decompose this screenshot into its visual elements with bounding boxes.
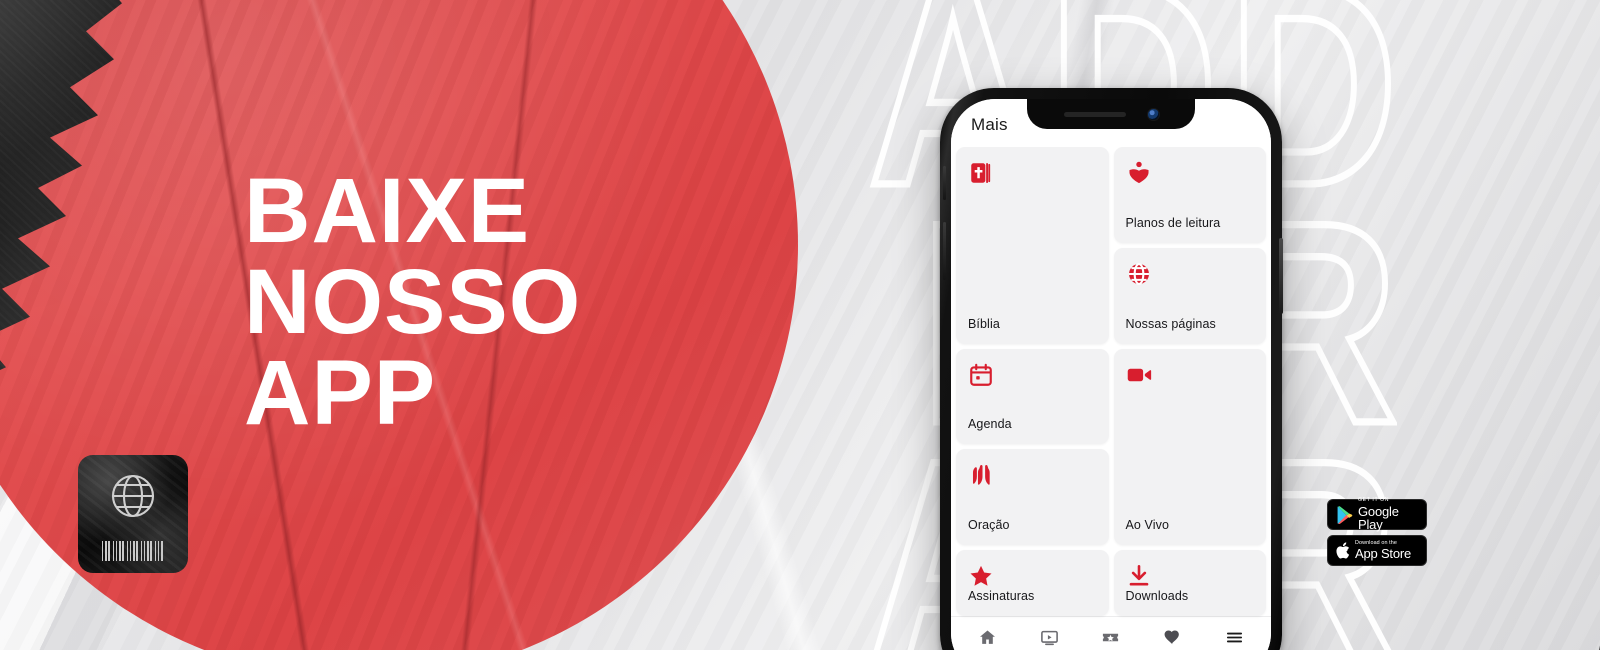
page-title: BAIXE NOSSO APP xyxy=(244,160,804,445)
google-play-icon xyxy=(1336,505,1353,524)
phone-notch xyxy=(1027,99,1195,129)
app-card-grid: Bíblia Planos de leitura Nossas páginas Age… xyxy=(951,147,1271,616)
tab-mais[interactable]: Mais xyxy=(1203,628,1265,650)
phone-screen: Mais Bíblia Planos de leitura Nossas págin… xyxy=(951,99,1271,650)
star-icon xyxy=(968,563,1097,589)
badge-store-name: App Store xyxy=(1355,546,1412,562)
brand-logo-badge xyxy=(78,455,188,573)
app-card-label: Nossas páginas xyxy=(1125,316,1216,331)
app-card-bible-book[interactable]: Bíblia xyxy=(956,147,1109,344)
front-camera-icon xyxy=(1147,108,1159,120)
tab-ofertas[interactable]: Ofertas xyxy=(1142,628,1204,650)
app-card-praying-hands[interactable]: Oração xyxy=(956,449,1109,545)
calendar-icon xyxy=(968,362,1097,388)
home-icon xyxy=(978,628,997,647)
app-card-download[interactable]: Downloads xyxy=(1113,550,1266,616)
badge-store-name: Google Play xyxy=(1358,503,1399,532)
apple-logo-icon xyxy=(1336,542,1350,559)
headline-line: BAIXE xyxy=(244,160,531,262)
hamburger-menu-icon xyxy=(1225,628,1244,647)
app-card-label: Agenda xyxy=(968,417,1012,432)
video-camera-icon xyxy=(1126,362,1255,388)
app-card-label: Planos de leitura xyxy=(1125,215,1221,230)
praying-hands-icon xyxy=(968,462,1097,488)
badge-small-text: Download on the xyxy=(1355,539,1397,546)
promo-banner: ADDIRRAARR BAIXENOSSOAPP xyxy=(0,0,1600,650)
app-card-open-book-reader[interactable]: Planos de leitura xyxy=(1113,147,1266,243)
video-player-icon xyxy=(1040,628,1059,647)
phone-side-button xyxy=(1279,238,1283,314)
tab-palavras[interactable]: Palavras xyxy=(1019,628,1081,650)
badge-small-text: GET IT ON xyxy=(1358,497,1390,504)
app-card-label: Downloads xyxy=(1125,589,1189,603)
app-card-calendar[interactable]: Agenda xyxy=(956,348,1109,445)
barcode-strip xyxy=(102,540,164,561)
download-icon xyxy=(1126,563,1255,589)
bottom-tab-bar: HomePalavrasEventosOfertasMais xyxy=(951,616,1271,650)
heart-icon xyxy=(1163,628,1182,647)
tab-eventos[interactable]: Eventos xyxy=(1080,628,1142,650)
app-card-label: Oração xyxy=(968,518,1010,532)
phone-mockup: Mais Bíblia Planos de leitura Nossas págin… xyxy=(940,88,1283,650)
globe-icon xyxy=(1126,261,1255,287)
tab-home[interactable]: Home xyxy=(957,628,1019,650)
app-card-video-camera[interactable]: Ao Vivo xyxy=(1113,348,1266,545)
open-book-reader-icon xyxy=(1126,160,1255,186)
headline-line: NOSSO xyxy=(244,251,582,354)
earpiece-speaker xyxy=(1063,111,1126,117)
ticket-star-icon xyxy=(1101,628,1120,647)
globe-grid-icon xyxy=(107,470,159,527)
app-store-badge[interactable]: Download on the App Store xyxy=(1327,535,1427,566)
app-card-label: Assinaturas xyxy=(968,589,1035,603)
app-card-label: Bíblia xyxy=(968,316,1000,331)
bible-book-icon xyxy=(968,160,1097,186)
app-card-globe[interactable]: Nossas páginas xyxy=(1113,247,1266,344)
app-card-label: Ao Vivo xyxy=(1125,518,1170,532)
app-card-star[interactable]: Assinaturas xyxy=(956,550,1109,616)
google-play-badge[interactable]: GET IT ON Google Play xyxy=(1327,497,1427,532)
headline-line: APP xyxy=(244,342,437,445)
store-badges: GET IT ON Google Play Download on the App S… xyxy=(1327,497,1427,566)
